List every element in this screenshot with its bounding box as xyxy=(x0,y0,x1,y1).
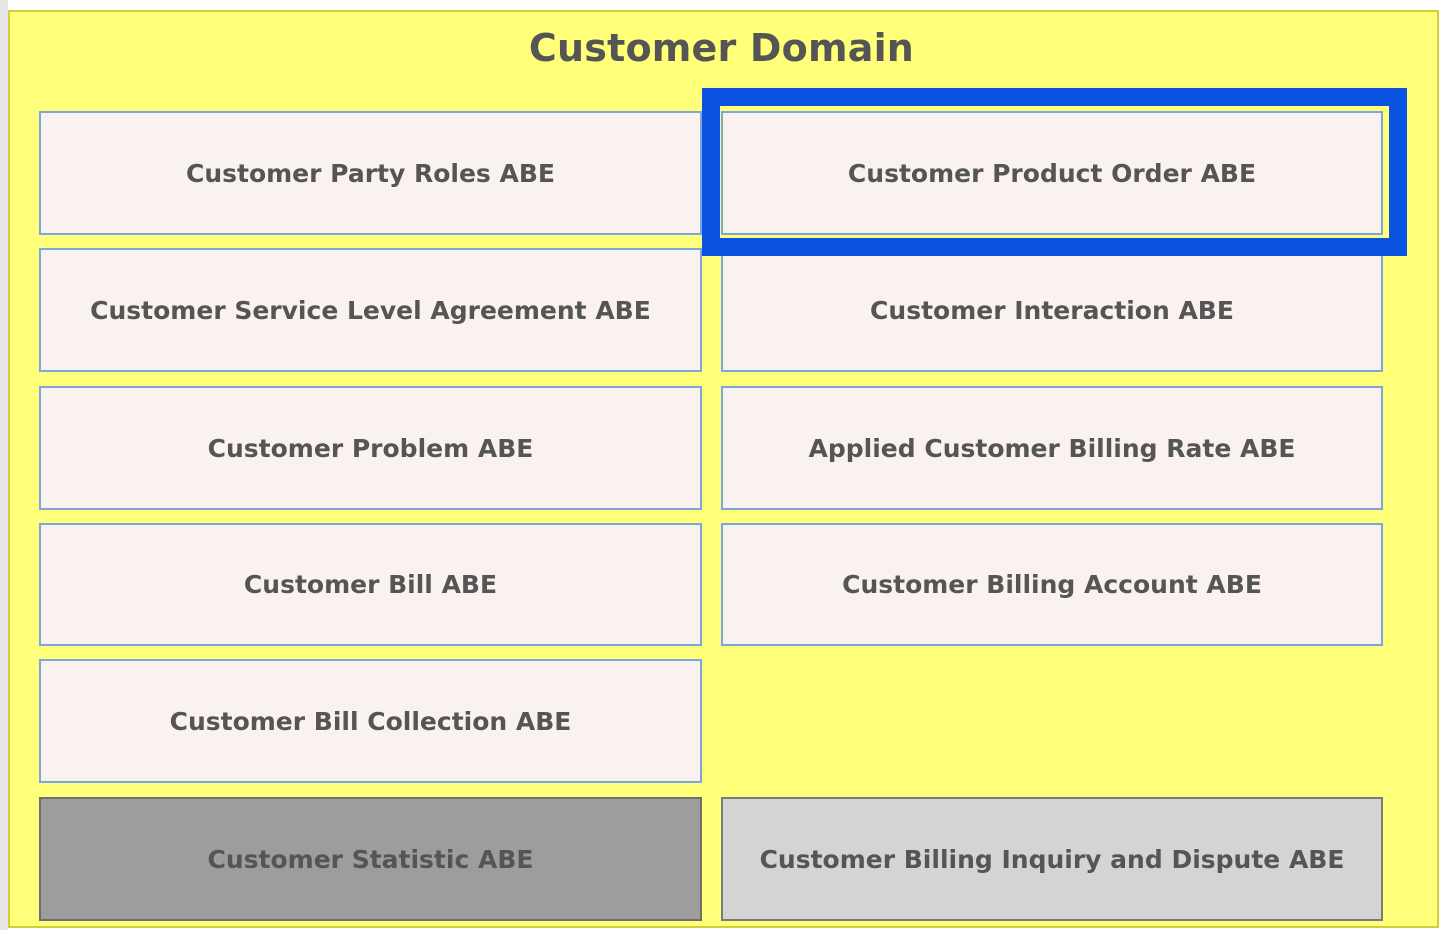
abe-box-customer-statistic[interactable]: Customer Statistic ABE xyxy=(39,797,702,921)
abe-box-customer-problem[interactable]: Customer Problem ABE xyxy=(39,386,702,510)
abe-box-customer-billing-inquiry-and-dispute[interactable]: Customer Billing Inquiry and Dispute ABE xyxy=(721,797,1383,921)
window-edge xyxy=(0,0,8,930)
abe-box-customer-bill[interactable]: Customer Bill ABE xyxy=(39,523,702,646)
abe-box-applied-customer-billing-rate[interactable]: Applied Customer Billing Rate ABE xyxy=(721,386,1383,510)
abe-box-customer-bill-collection[interactable]: Customer Bill Collection ABE xyxy=(39,659,702,783)
abe-box-customer-product-order[interactable]: Customer Product Order ABE xyxy=(721,111,1383,235)
abe-box-customer-party-roles[interactable]: Customer Party Roles ABE xyxy=(39,111,702,235)
abe-box-customer-billing-account[interactable]: Customer Billing Account ABE xyxy=(721,523,1383,646)
domain-title: Customer Domain xyxy=(528,26,915,70)
abe-box-customer-service-level-agreement[interactable]: Customer Service Level Agreement ABE xyxy=(39,248,702,372)
abe-box-customer-interaction[interactable]: Customer Interaction ABE xyxy=(721,248,1383,372)
